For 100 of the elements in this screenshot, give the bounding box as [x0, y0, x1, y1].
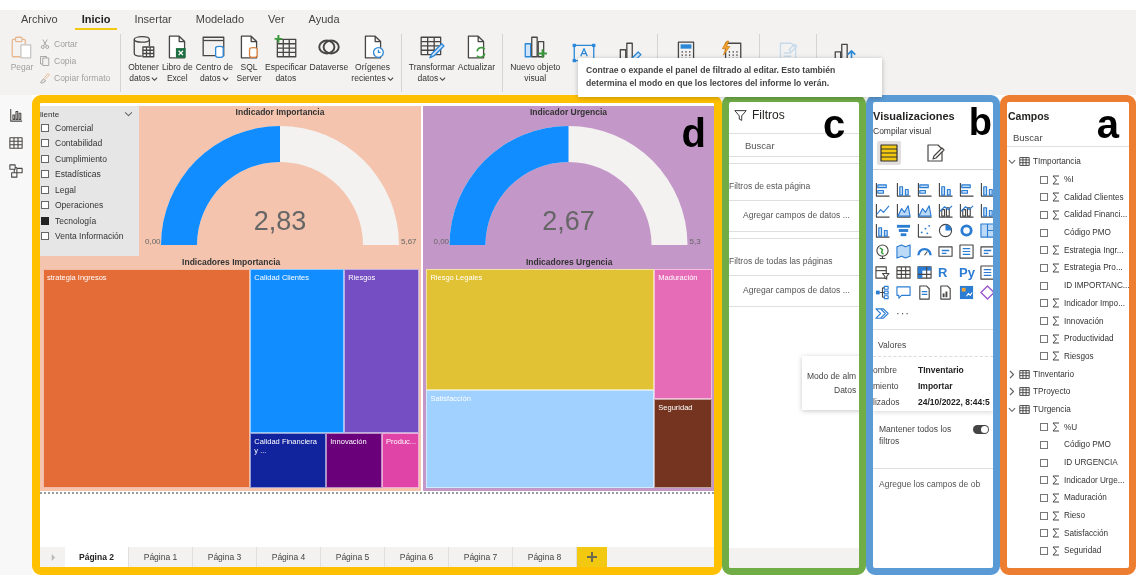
checkbox[interactable]	[1040, 299, 1048, 308]
checkbox[interactable]	[1040, 263, 1048, 272]
table-row[interactable]: TInventario	[1007, 365, 1129, 383]
slicer-item[interactable]: Contabilidad	[40, 135, 139, 151]
checkbox[interactable]	[1040, 334, 1048, 343]
ribbon-button[interactable]: SQL Server	[235, 34, 263, 85]
checkbox[interactable]	[41, 170, 49, 179]
checkbox[interactable]	[41, 154, 49, 163]
checkbox[interactable]	[1040, 511, 1048, 520]
panel-title: Filtros	[752, 108, 785, 122]
popup-label: Modo de alm	[807, 371, 858, 381]
table-row[interactable]: TImportancia	[1007, 153, 1129, 171]
field-row[interactable]: Rieso	[1007, 506, 1129, 525]
field-row[interactable]: ID URGENCIA	[1007, 453, 1129, 472]
checkbox[interactable]	[1040, 352, 1048, 361]
page-tab[interactable]: Página 1	[129, 547, 193, 567]
slicer-item[interactable]: Estadísticas	[40, 166, 139, 182]
build-tab[interactable]	[877, 141, 901, 165]
checkbox[interactable]	[41, 139, 49, 148]
page-tab[interactable]: Página 4	[257, 547, 321, 567]
drop-field-hint[interactable]: Agregar campos de datos ...	[729, 275, 859, 307]
field-row[interactable]: Indicador Impo...	[1007, 294, 1129, 313]
field-row[interactable]: Riesgos	[1007, 347, 1129, 366]
drop-field-hint[interactable]: Agregue los campos de ob	[873, 469, 993, 489]
script-visual-button[interactable]: R	[938, 265, 948, 279]
page-tab[interactable]: Página 7	[449, 547, 513, 567]
checkbox[interactable]	[1040, 440, 1048, 449]
field-row[interactable]: ID IMPORTANC...	[1007, 276, 1129, 295]
checkbox[interactable]	[1040, 193, 1048, 202]
add-page-button[interactable]	[577, 547, 607, 567]
ribbon-button[interactable]: Orígenes recientes	[350, 34, 395, 85]
menu-tab[interactable]: Archivo	[14, 10, 65, 30]
section-label: Compilar visual	[873, 126, 933, 138]
field-row[interactable]: Seguridad	[1007, 542, 1129, 560]
checkbox[interactable]	[1040, 546, 1048, 555]
field-row[interactable]: Calidad Financi...	[1007, 206, 1129, 224]
checkbox[interactable]	[1040, 529, 1048, 538]
checkbox[interactable]	[1040, 423, 1048, 432]
menu-tab[interactable]: Ayuda	[301, 10, 347, 30]
field-row[interactable]: Código PMO	[1007, 436, 1129, 454]
page-tab[interactable]: Página 2	[65, 547, 129, 567]
checkbox[interactable]	[1040, 458, 1048, 467]
ribbon-button[interactable]: Especificar datos	[264, 34, 308, 85]
script-visual-button[interactable]: Py	[959, 265, 975, 279]
menu-tab[interactable]: Insertar	[127, 10, 179, 30]
page-tab[interactable]: Página 5	[321, 547, 385, 567]
table-row[interactable]: TProyecto	[1007, 382, 1129, 401]
ribbon-button[interactable]: Actualizar	[456, 34, 497, 74]
checkbox[interactable]	[1040, 476, 1048, 485]
slicer-item[interactable]: Cumplimiento	[40, 151, 139, 167]
field-row[interactable]: Calidad Clientes	[1007, 188, 1129, 207]
column-chart-icon	[896, 181, 911, 197]
menu-tab[interactable]: Modelado	[188, 10, 252, 30]
checkbox[interactable]	[1040, 493, 1048, 502]
field-row[interactable]: Estrategia Pro...	[1007, 259, 1129, 277]
field-row[interactable]: Estrategia Ingr...	[1007, 241, 1129, 260]
checkbox[interactable]	[1040, 317, 1048, 326]
ribbon-button[interactable]: Transformar datos	[407, 34, 456, 85]
field-row[interactable]: Indicador Urge...	[1007, 471, 1129, 490]
field-row[interactable]: Maduración	[1007, 489, 1129, 507]
checkbox[interactable]	[1040, 281, 1048, 290]
checkbox[interactable]	[41, 201, 49, 210]
brush-icon	[39, 70, 51, 85]
page-tab[interactable]: Página 6	[385, 547, 449, 567]
checkbox[interactable]	[41, 185, 49, 194]
slicer-item[interactable]: Comercial	[40, 120, 139, 136]
checkbox[interactable]	[41, 232, 49, 241]
table-row[interactable]: TUrgencia	[1007, 400, 1129, 419]
ribbon-button[interactable]: Centro de datos	[194, 34, 234, 85]
field-row[interactable]: Productividad	[1007, 329, 1129, 348]
combo-chart-icon	[959, 202, 974, 218]
checkbox[interactable]	[1040, 210, 1048, 219]
field-row[interactable]: %I	[1007, 170, 1129, 189]
slicer-item[interactable]: Venta Información	[40, 228, 139, 244]
toggle-switch[interactable]	[973, 425, 989, 434]
treemap-title: Indicadores Importancia	[181, 256, 282, 269]
menu-tab[interactable]: Ver	[261, 10, 292, 30]
more-visuals-button[interactable]: ···	[896, 307, 910, 320]
field-row[interactable]: Satisfacción	[1007, 524, 1129, 543]
ribbon-button[interactable]: Nuevo objeto visual	[509, 34, 562, 85]
field-row[interactable]: Código PMO	[1007, 223, 1129, 242]
page-tab[interactable]: Página 3	[193, 547, 257, 567]
ribbon-button[interactable]: Dataverse	[308, 34, 350, 74]
sigma-icon	[1052, 475, 1060, 486]
callout-label: c	[823, 104, 846, 144]
slicer-item[interactable]: Tecnología	[40, 213, 139, 229]
checkbox[interactable]	[41, 216, 49, 225]
slicer-item[interactable]: Operaciones	[40, 197, 139, 213]
checkbox[interactable]	[41, 123, 49, 132]
checkbox[interactable]	[1040, 228, 1048, 237]
slicer-item[interactable]: Legal	[40, 182, 139, 198]
ribbon-button[interactable]: Libro de Excel	[160, 34, 194, 85]
checkbox[interactable]	[1040, 246, 1048, 255]
field-row[interactable]: %U	[1007, 418, 1129, 436]
ribbon-button[interactable]: Obtener datos	[127, 34, 160, 85]
field-row[interactable]: Innovación	[1007, 312, 1129, 330]
table-icon	[896, 264, 911, 280]
chevron-down-icon	[1008, 405, 1016, 413]
checkbox[interactable]	[1040, 175, 1048, 184]
drop-field-hint[interactable]: Agregar campos de datos ...	[729, 200, 859, 232]
